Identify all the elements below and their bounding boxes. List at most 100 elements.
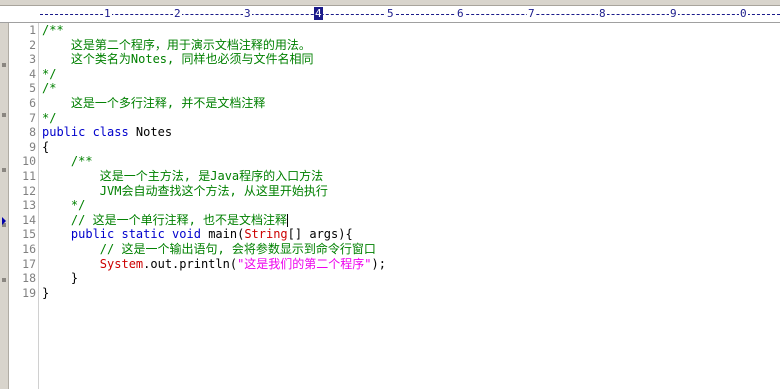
code-text: 这个类名为Notes, 同样也必须与文件名相同: [42, 52, 314, 67]
code-token: 这个类名为Notes, 同样也必须与文件名相同: [42, 52, 314, 67]
line-number: 13: [22, 198, 36, 213]
code-line[interactable]: 4 */: [29, 67, 780, 82]
code-token: }: [42, 271, 79, 286]
code-text: JVM会自动查找这个方法, 从这里开始执行: [42, 184, 328, 199]
code-token: /*: [42, 81, 57, 96]
code-text: }: [42, 271, 78, 286]
line-number: 7: [29, 110, 36, 125]
code-text: }: [42, 286, 49, 301]
line-number: 19: [22, 285, 36, 300]
line-number: 16: [22, 241, 36, 256]
column-ruler: 1 2 3 4 5 6 7 8 9 0: [0, 6, 780, 23]
code-text: /*: [42, 81, 56, 96]
line-number: 2: [29, 37, 36, 52]
code-token: main(: [208, 227, 245, 242]
line-number: 6: [29, 95, 36, 110]
code-text: // 这是一个单行注释, 也不是文档注释: [42, 212, 289, 228]
line-number: 8: [29, 125, 36, 140]
code-token: System: [99, 256, 144, 271]
code-editor[interactable]: 1/** 2 这是第二个程序，用于演示文档注释的用法。 3 这个类名为Notes, …: [2, 23, 780, 301]
code-text: 这是一个主方法, 是Java程序的入口方法: [42, 169, 323, 184]
code-line[interactable]: 18 }: [22, 271, 780, 286]
code-line[interactable]: 3 这个类名为Notes, 同样也必须与文件名相同: [29, 52, 780, 67]
ruler-mark-active: 4: [314, 7, 323, 20]
code-text: public class Notes: [42, 125, 172, 140]
line-number: 3: [29, 52, 36, 67]
code-token: "这是我们的第二个程序": [237, 256, 372, 271]
code-text: */: [42, 111, 56, 126]
ruler-mark: 8: [598, 7, 607, 20]
code-token: */: [42, 110, 57, 125]
code-token: public static void: [70, 227, 209, 242]
code-token: 这是一个多行注释, 并不是文档注释: [42, 95, 266, 110]
ruler-mark: 2: [173, 7, 182, 20]
code-token: 这是第二个程序，用于演示文档注释的用法。: [42, 37, 311, 52]
code-token: JVM会自动查找这个方法, 从这里开始执行: [42, 183, 328, 198]
code-line[interactable]: 6 这是一个多行注释, 并不是文档注释: [29, 96, 780, 111]
code-text: /**: [42, 154, 93, 169]
code-line[interactable]: 14 // 这是一个单行注释, 也不是文档注释: [2, 212, 780, 228]
current-line-marker-icon: [2, 216, 6, 225]
ruler-mark: 0: [739, 7, 748, 20]
line-number: 12: [22, 183, 36, 198]
line-number: 5: [29, 81, 36, 96]
line-number: 18: [22, 271, 36, 286]
code-line[interactable]: 19}: [22, 286, 780, 301]
code-text: // 这是一个输出语句, 会将参数显示到命令行窗口: [42, 242, 376, 257]
code-line[interactable]: 2 这是第二个程序，用于演示文档注释的用法。: [29, 38, 780, 53]
code-token: /**: [42, 154, 93, 169]
code-text: /**: [42, 23, 64, 38]
code-token: /**: [42, 23, 64, 37]
code-text: */: [42, 198, 85, 213]
ruler-mark: 7: [527, 7, 536, 20]
code-line[interactable]: 1 /**: [29, 23, 780, 38]
code-token: public class: [42, 125, 136, 140]
code-text: System.out.println("这是我们的第二个程序");: [42, 257, 386, 272]
gutter-separator: [38, 23, 39, 389]
code-line[interactable]: 13 */: [22, 198, 780, 213]
ruler-mark: 9: [669, 7, 678, 20]
line-number: 14: [22, 212, 36, 227]
line-number: 15: [22, 227, 36, 242]
line-number: 4: [29, 66, 36, 81]
code-token: */: [42, 66, 57, 81]
code-line[interactable]: 11 这是一个主方法, 是Java程序的入口方法: [22, 169, 780, 184]
code-token: // 这是一个单行注释, 也不是文档注释: [42, 212, 288, 227]
code-line[interactable]: 9{: [29, 140, 780, 155]
ruler-mark: 1: [103, 7, 112, 20]
code-line[interactable]: 17 System.out.println("这是我们的第二个程序");: [22, 257, 780, 272]
line-number: 11: [22, 168, 36, 183]
code-text: {: [42, 140, 49, 155]
code-token: Notes: [135, 125, 173, 140]
ruler-mark: 3: [243, 7, 252, 20]
code-token: String: [244, 227, 288, 242]
line-number: 17: [22, 256, 36, 271]
code-token: // 这是一个输出语句, 会将参数显示到命令行窗口: [42, 241, 376, 256]
code-text: public static void main(String[] args){: [42, 227, 353, 242]
code-line[interactable]: 5 /*: [29, 81, 780, 96]
code-token: [] args){: [287, 227, 353, 242]
code-line[interactable]: 16 // 这是一个输出语句, 会将参数显示到命令行窗口: [22, 242, 780, 257]
code-token: */: [42, 198, 86, 213]
line-number: 9: [29, 139, 36, 154]
code-line[interactable]: 7 */: [29, 111, 780, 126]
code-token: {: [42, 139, 50, 154]
ruler-corner: [0, 6, 38, 22]
code-token: .out.println(: [143, 256, 238, 271]
code-line[interactable]: 8 public class Notes: [29, 125, 780, 140]
code-token: }: [42, 285, 50, 300]
code-text: */: [42, 67, 56, 82]
code-text: 这是第二个程序，用于演示文档注释的用法。: [42, 38, 311, 53]
ruler-mark: 6: [456, 7, 465, 20]
code-line[interactable]: 10 /**: [22, 154, 780, 169]
code-text: 这是一个多行注释, 并不是文档注释: [42, 96, 265, 111]
text-caret: [287, 213, 289, 227]
line-number: 1: [29, 23, 36, 37]
line-number: 10: [22, 154, 36, 169]
code-line[interactable]: 15 public static void main(String[] args…: [22, 227, 780, 242]
code-line[interactable]: 12 JVM会自动查找这个方法, 从这里开始执行: [22, 184, 780, 199]
ruler-mark: 5: [386, 7, 395, 20]
code-token: );: [371, 256, 386, 271]
